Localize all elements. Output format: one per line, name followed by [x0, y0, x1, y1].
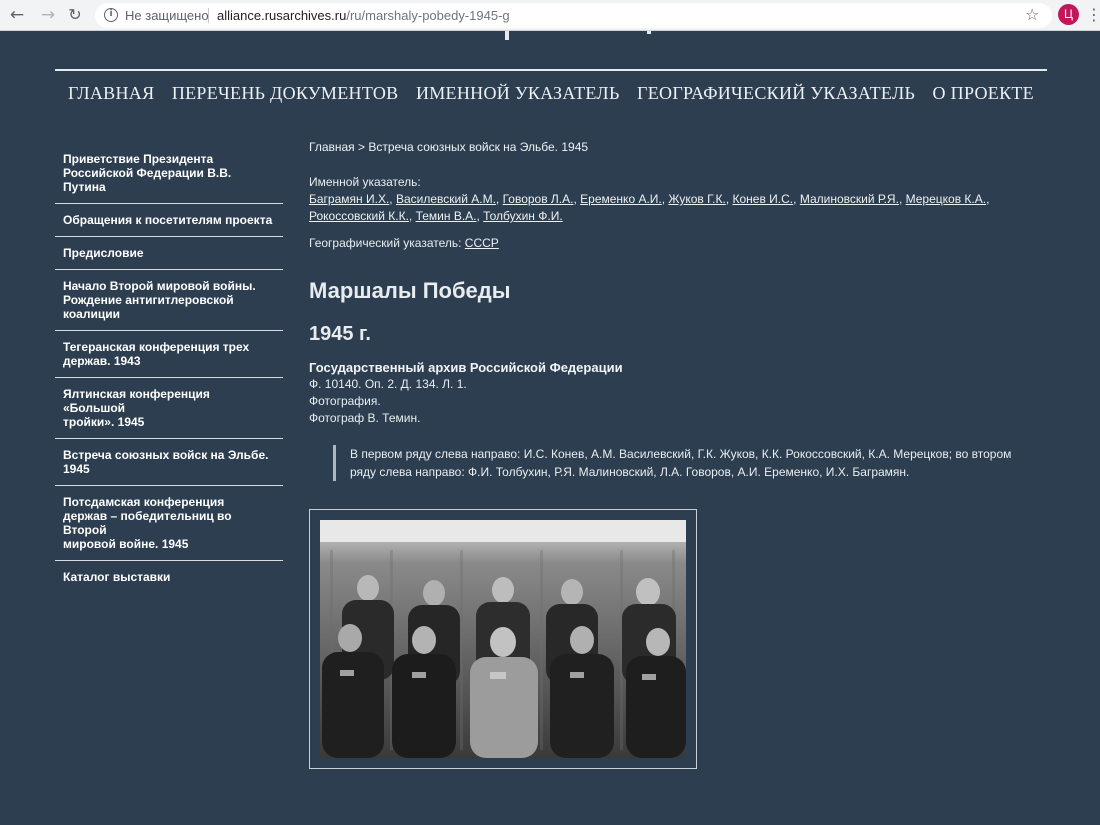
document-kind: Фотография.	[309, 394, 381, 408]
nav-home[interactable]: ГЛАВНАЯ	[68, 80, 154, 106]
sidebar-item-label: коалиции	[63, 307, 120, 321]
sidebar-item[interactable]: Тегеранская конференция трех держав. 1943	[55, 331, 283, 378]
info-icon[interactable]: i	[104, 8, 118, 22]
geo-index-label: Географический указатель:	[309, 236, 462, 250]
sidebar-item-label: Ялтинская конференция «Большой	[63, 387, 210, 415]
person-link[interactable]: Жуков Г.К.	[668, 192, 725, 206]
name-index-links: Баграмян И.Х., Василевский А.М., Говоров…	[309, 192, 990, 223]
marshals-photo[interactable]	[320, 520, 686, 758]
header-divider	[55, 69, 1047, 71]
geo-link-ussr[interactable]: СССР	[465, 236, 499, 250]
sidebar-item[interactable]: Предисловие	[55, 237, 283, 270]
forward-arrow-icon[interactable]: →	[37, 5, 59, 25]
reload-icon[interactable]: ↻	[64, 5, 86, 25]
sidebar-item-label: Рождение антигитлеровской	[63, 293, 234, 307]
sidebar-item-label: Потсдамская конференция	[63, 495, 225, 509]
sidebar-item[interactable]: Потсдамская конференция держав – победите…	[55, 486, 283, 561]
archive-name: Государственный архив Российской Федерац…	[309, 360, 623, 375]
person-link[interactable]: Рокоссовский К.К.	[309, 209, 409, 223]
main-content: Главная > Встреча союзных войск на Эльбе…	[309, 140, 1039, 481]
sidebar-item-label: Каталог выставки	[63, 570, 171, 584]
url-host: alliance.rusarchives.ru	[217, 8, 347, 23]
sidebar-item-label: Приветствие Президента	[63, 152, 214, 166]
sidebar-item-label: Тегеранская конференция трех	[63, 340, 250, 354]
header-logo-fragment	[505, 31, 509, 40]
sidebar-item-label: Начало Второй мировой войны.	[63, 279, 256, 293]
profile-avatar[interactable]: Ц	[1058, 4, 1079, 25]
person-link[interactable]: Темин В.А.	[416, 209, 477, 223]
photo-frame[interactable]	[309, 509, 697, 769]
security-label: Не защищено	[125, 8, 209, 23]
url-path: /ru/marshaly-pobedy-1945-g	[346, 8, 510, 23]
page-year: 1945 г.	[309, 323, 371, 345]
photographer: Фотограф В. Темин.	[309, 411, 421, 425]
person-link[interactable]: Малиновский Р.Я.	[800, 192, 899, 206]
page-title: Маршалы Победы	[309, 278, 511, 303]
person-link[interactable]: Говоров Л.А.	[503, 192, 574, 206]
person-link[interactable]: Еременко А.И.	[580, 192, 662, 206]
photo-ceiling	[320, 520, 686, 542]
sidebar-item-label: Встреча союзных войск на Эльбе.	[63, 448, 269, 462]
sidebar-item[interactable]: Начало Второй мировой войны. Рождение ант…	[55, 270, 283, 331]
geo-index: Географический указатель: СССР	[309, 235, 1039, 252]
sidebar-item[interactable]: Встреча союзных войск на Эльбе. 1945	[55, 439, 283, 486]
sidebar-item[interactable]: Приветствие Президента Российской Федерац…	[55, 143, 283, 204]
nav-name-index[interactable]: ИМЕННОЙ УКАЗАТЕЛЬ	[416, 80, 620, 106]
person-link[interactable]: Василевский А.М.	[396, 192, 496, 206]
person-link[interactable]: Мерецков К.А.	[906, 192, 986, 206]
name-index-label: Именной указатель:	[309, 175, 421, 189]
main-navigation: ГЛАВНАЯ ПЕРЕЧЕНЬ ДОКУМЕНТОВ ИМЕННОЙ УКАЗ…	[55, 80, 1047, 106]
breadcrumb[interactable]: Главная > Встреча союзных войск на Эльбе…	[309, 140, 1039, 154]
person-link[interactable]: Баграмян И.Х.	[309, 192, 389, 206]
sidebar-item-label: Предисловие	[63, 246, 144, 260]
sidebar-item[interactable]: Ялтинская конференция «Большой тройки». 1…	[55, 378, 283, 439]
url-text[interactable]: alliance.rusarchives.ru/ru/marshaly-pobe…	[217, 8, 510, 23]
sidebar-item[interactable]: Каталог выставки	[55, 561, 283, 593]
person-link[interactable]: Толбухин Ф.И.	[483, 209, 563, 223]
bookmark-star-icon[interactable]: ☆	[1025, 5, 1039, 25]
sidebar-item-label: Российской Федерации В.В. Путина	[63, 166, 232, 194]
header-logo-fragment	[647, 31, 651, 34]
browser-toolbar: ← → ↻ i Не защищено alliance.rusarchives…	[0, 0, 1100, 31]
sidebar-item-label: держав. 1943	[63, 354, 141, 368]
back-arrow-icon[interactable]: ←	[6, 5, 28, 25]
sidebar-item-label: 1945	[63, 462, 90, 476]
sidebar-item[interactable]: Обращения к посетителям проекта	[55, 204, 283, 237]
sidebar-item-label: держав – победительниц во Второй	[63, 509, 232, 537]
nav-about[interactable]: О ПРОЕКТЕ	[933, 80, 1034, 106]
nav-geo-index[interactable]: ГЕОГРАФИЧЕСКИЙ УКАЗАТЕЛЬ	[637, 80, 915, 106]
photo-caption: В первом ряду слева направо: И.С. Конев,…	[333, 445, 1033, 481]
sidebar-menu: Приветствие Президента Российской Федерац…	[55, 143, 283, 593]
address-bar[interactable]: i Не защищено alliance.rusarchives.ru/ru…	[95, 3, 1052, 28]
url-divider	[208, 8, 209, 23]
sidebar-item-label: мировой войне. 1945	[63, 537, 189, 551]
sidebar-item-label: тройки». 1945	[63, 415, 145, 429]
kebab-menu-icon[interactable]: ⋮	[1086, 5, 1100, 25]
person-link[interactable]: Конев И.С.	[733, 192, 794, 206]
archive-reference: Ф. 10140. Оп. 2. Д. 134. Л. 1.	[309, 377, 467, 391]
nav-documents[interactable]: ПЕРЕЧЕНЬ ДОКУМЕНТОВ	[172, 80, 399, 106]
sidebar-item-label: Обращения к посетителям проекта	[63, 213, 273, 227]
